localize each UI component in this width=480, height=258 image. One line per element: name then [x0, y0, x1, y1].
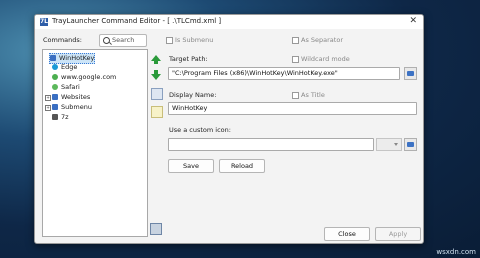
as-title-checkbox[interactable]	[292, 92, 299, 99]
search-icon	[103, 37, 110, 44]
tree-item-google[interactable]: www.google.com	[52, 73, 116, 82]
arrow-down-icon	[151, 74, 161, 80]
expand-submenu-icon[interactable]: +	[45, 105, 51, 111]
folder-icon	[407, 142, 414, 147]
save-button[interactable]: Save	[168, 159, 214, 173]
display-name-field[interactable]: WinHotKey	[168, 102, 417, 115]
commands-label: Commands:	[43, 36, 82, 44]
wildcard-mode-label: Wildcard mode	[301, 55, 350, 63]
move-up-button[interactable]	[151, 55, 161, 65]
globe-icon	[52, 74, 58, 80]
winhotkey-icon	[50, 55, 56, 61]
print-icon[interactable]	[150, 223, 162, 235]
move-down-button[interactable]	[151, 70, 161, 80]
folder-icon	[407, 71, 414, 76]
search-input[interactable]: Search	[99, 34, 147, 47]
close-button[interactable]: Close	[324, 227, 370, 241]
browse-target-button[interactable]	[404, 67, 417, 80]
browse-icon-button[interactable]	[404, 138, 417, 151]
icon-index-dropdown[interactable]	[376, 138, 402, 151]
folder-icon	[52, 94, 58, 100]
tree-item-edge[interactable]: Edge	[52, 63, 77, 72]
expand-websites-icon[interactable]: +	[45, 95, 51, 101]
new-item-button[interactable]	[151, 88, 163, 100]
new-folder-button[interactable]	[151, 106, 163, 118]
custom-icon-field[interactable]	[168, 138, 374, 151]
as-title-label: As Title	[301, 91, 325, 99]
close-window-icon[interactable]: ✕	[409, 16, 417, 26]
command-editor-window: 7L TrayLauncher Command Editor - [ .\TLC…	[34, 14, 424, 244]
tree-item-7z[interactable]: 7z	[52, 113, 69, 122]
folder-icon	[52, 104, 58, 110]
search-placeholder: Search	[112, 36, 135, 44]
as-separator-label: As Separator	[301, 36, 343, 44]
tree-item-submenu[interactable]: Submenu	[52, 103, 92, 112]
tree-item-websites[interactable]: Websites	[52, 93, 90, 102]
7z-icon	[52, 114, 58, 120]
as-separator-checkbox[interactable]	[292, 37, 299, 44]
safari-icon	[52, 84, 58, 90]
is-submenu-checkbox[interactable]	[166, 37, 173, 44]
wildcard-mode-checkbox[interactable]	[292, 56, 299, 63]
watermark: wsxdn.com	[436, 248, 476, 256]
tree-item-safari[interactable]: Safari	[52, 83, 80, 92]
command-tree[interactable]: WinHotKey Edge www.google.com Safari + W…	[42, 49, 148, 237]
display-name-label: Display Name:	[169, 91, 217, 99]
app-icon: 7L	[40, 18, 48, 26]
is-submenu-label: Is Submenu	[175, 36, 214, 44]
window-title: TrayLauncher Command Editor - [ .\TLCmd.…	[52, 17, 222, 25]
target-path-field[interactable]: "C:\Program Files (x86)\WinHotKey\WinHot…	[168, 67, 400, 80]
title-bar[interactable]: 7L TrayLauncher Command Editor - [ .\TLC…	[35, 15, 423, 29]
edge-icon	[52, 64, 58, 70]
reload-button[interactable]: Reload	[219, 159, 265, 173]
target-path-label: Target Path:	[169, 55, 208, 63]
custom-icon-label: Use a custom icon:	[169, 126, 231, 134]
apply-button[interactable]: Apply	[375, 227, 421, 241]
